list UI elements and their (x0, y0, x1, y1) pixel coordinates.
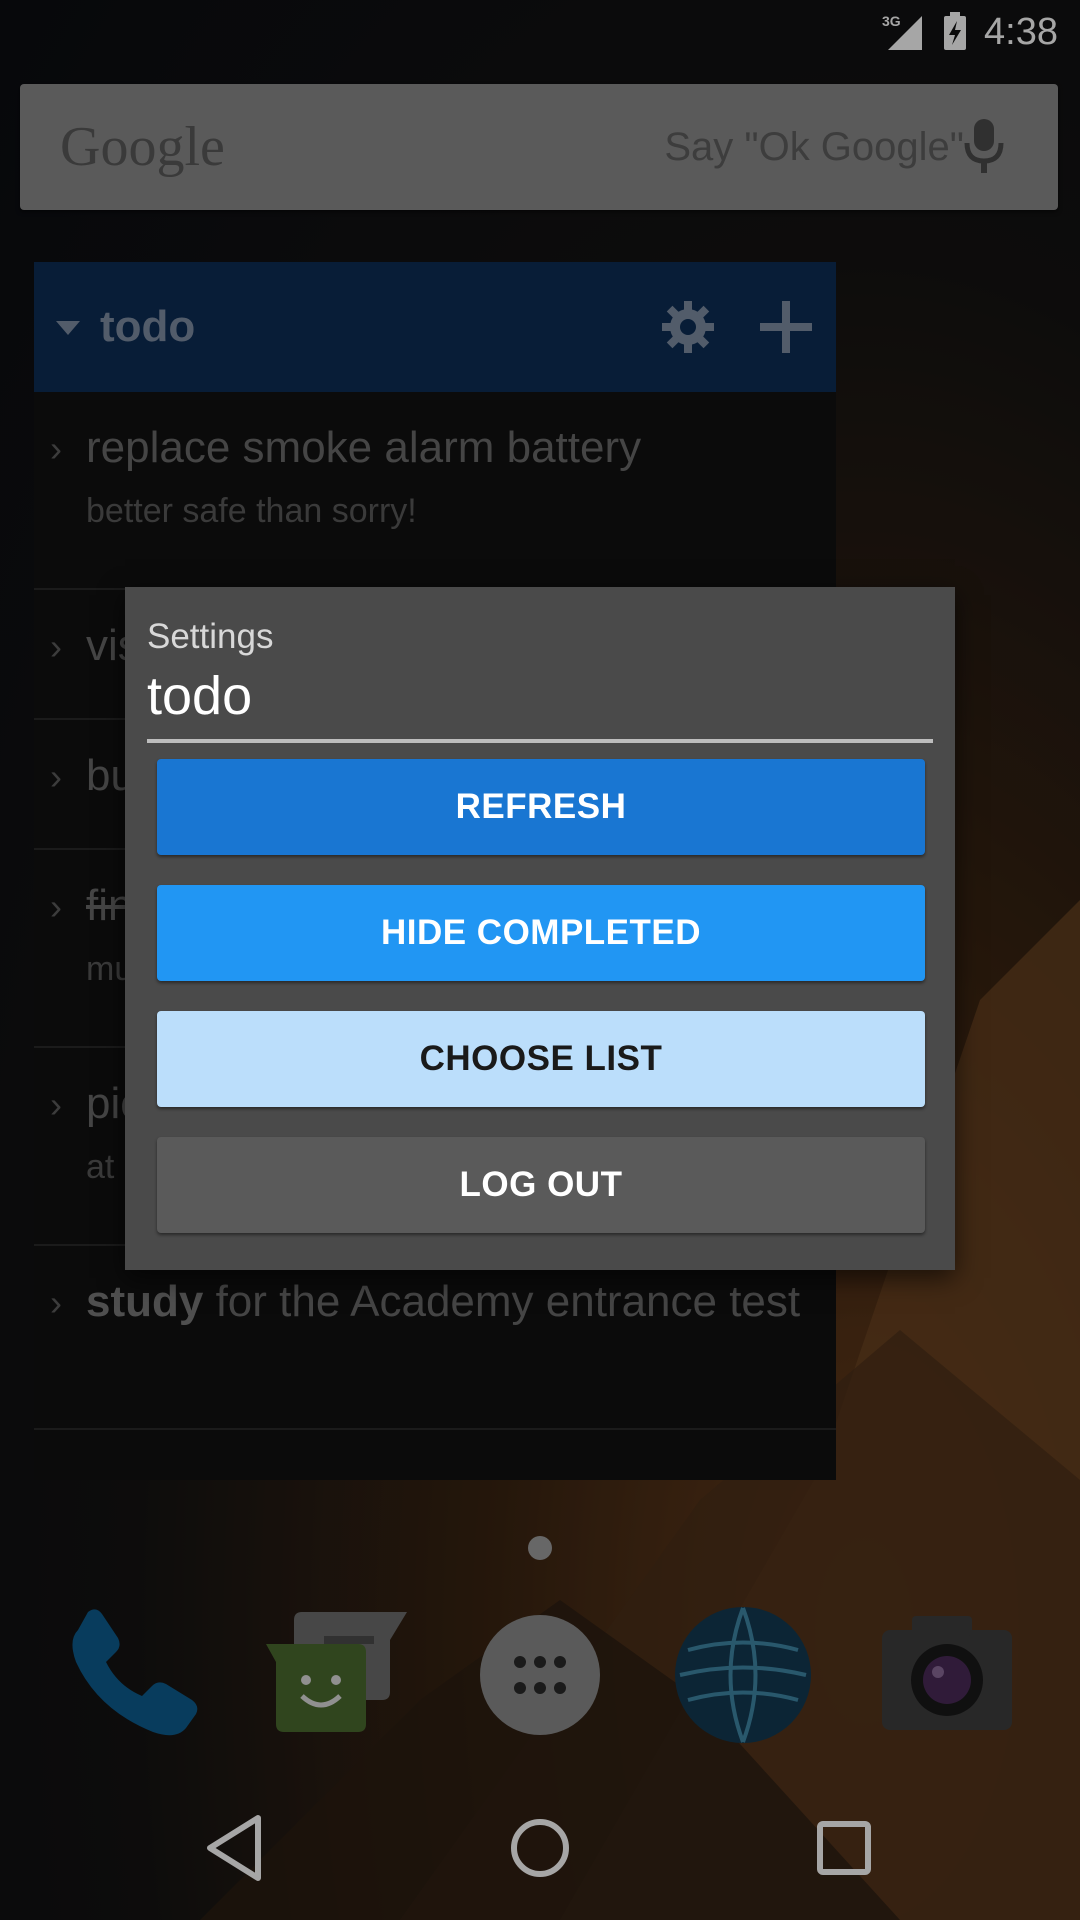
settings-dialog: Settings todo REFRESH HIDE COMPLETED CHO… (125, 587, 955, 1270)
hide-completed-button[interactable]: HIDE COMPLETED (157, 885, 925, 981)
list-name-field[interactable]: todo (147, 665, 933, 739)
field-underline (147, 739, 933, 743)
log-out-button[interactable]: LOG OUT (157, 1137, 925, 1233)
refresh-button[interactable]: REFRESH (157, 759, 925, 855)
dialog-label: Settings (147, 617, 274, 656)
choose-list-button[interactable]: CHOOSE LIST (157, 1011, 925, 1107)
